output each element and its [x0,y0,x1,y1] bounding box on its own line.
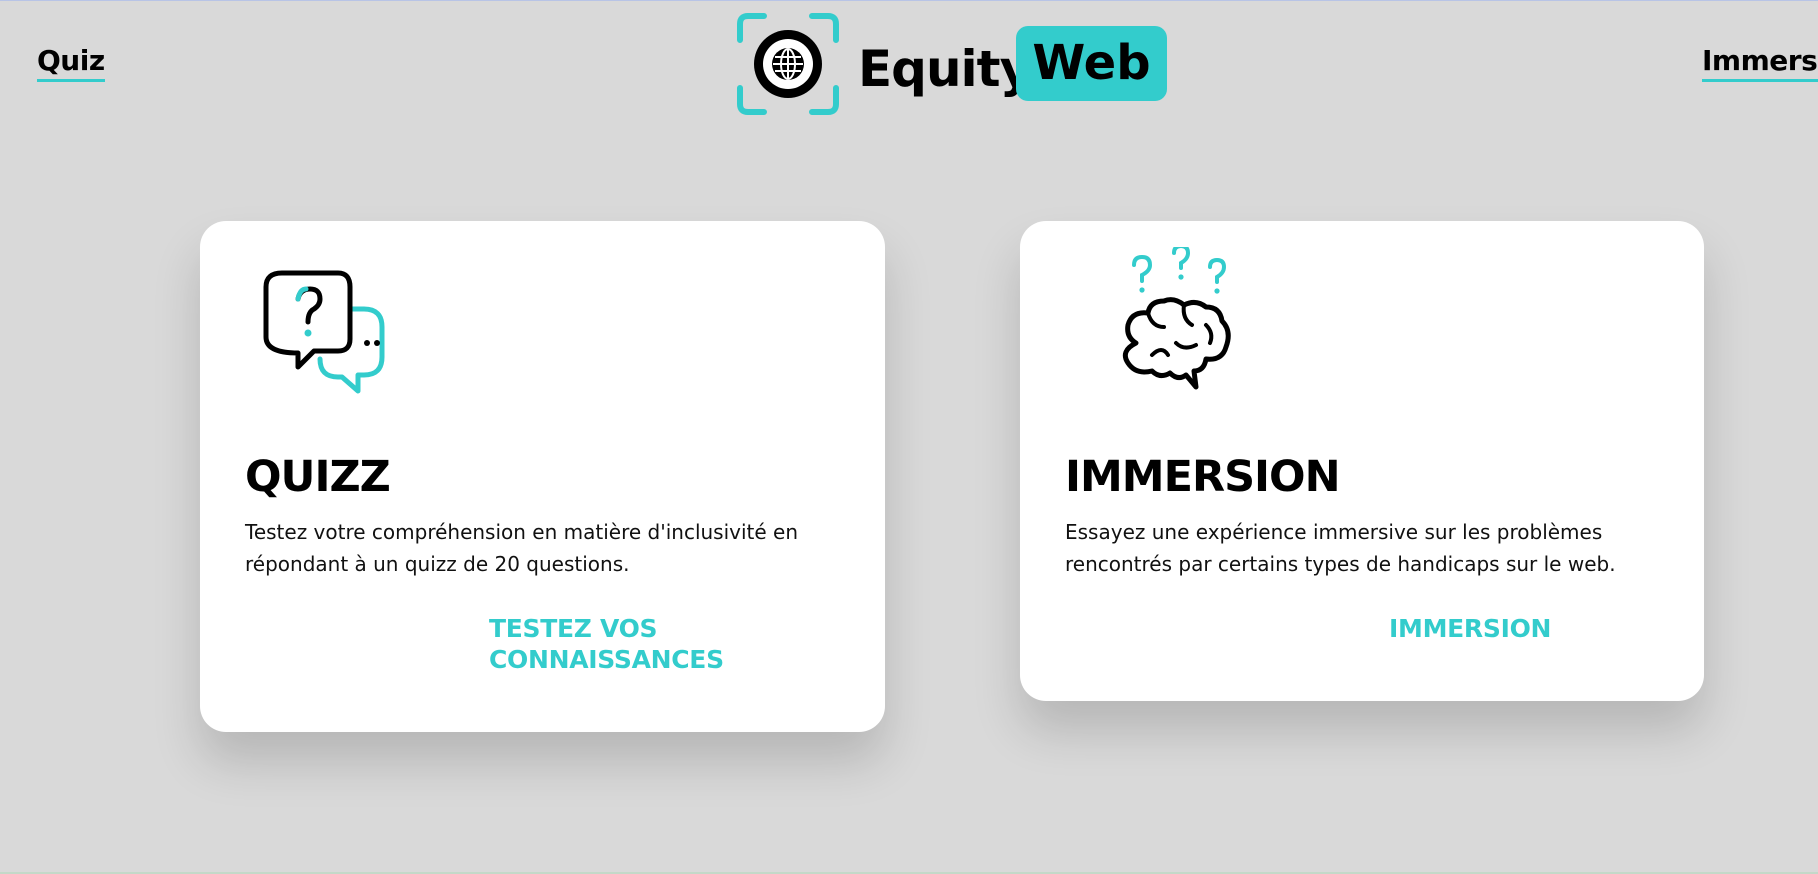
immersion-start-link[interactable]: IMMERSION [1389,613,1551,644]
quiz-start-link[interactable]: TESTEZ VOS CONNAISSANCES [489,613,769,675]
card-title: IMMERSION [1065,452,1341,502]
card-description: Testez votre compréhension en matière d'… [245,520,799,576]
nav-link-quiz[interactable]: Quiz [37,44,105,82]
card-quiz: QUIZZ Testez votre compréhension en mati… [200,221,885,732]
brain-question-icon [1122,247,1231,390]
chat-question-icon [263,270,385,394]
card-description: Essayez une expérience immersive sur les… [1065,520,1616,576]
card-immersion: IMMERSION Essayez une expérience immersi… [1020,221,1704,701]
logo-badge: Web [1016,26,1167,101]
nav-link-immersion[interactable]: Immersion [1702,44,1818,82]
top-border [0,0,1818,1]
logo-wordmark: Equity [858,40,1032,98]
card-title: QUIZZ [245,452,391,502]
globe-scan-icon [737,13,839,115]
